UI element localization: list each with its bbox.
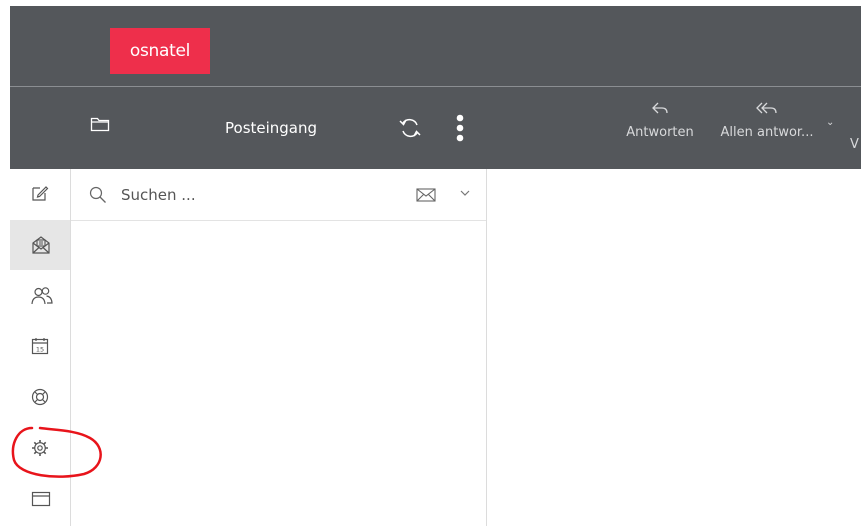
- rail-item-settings[interactable]: [10, 424, 70, 474]
- gear-icon: [32, 440, 48, 456]
- rail-item-calendar[interactable]: 15: [10, 322, 70, 372]
- left-navigation-rail: 15: [10, 169, 71, 526]
- reply-label: Antworten: [626, 125, 694, 140]
- more-actions-caret[interactable]: ⌄: [826, 117, 834, 128]
- mail-icon: [32, 236, 50, 254]
- contacts-icon: [31, 287, 53, 305]
- reply-button[interactable]: Antworten: [618, 101, 702, 140]
- rail-item-compose[interactable]: [10, 169, 70, 219]
- reply-all-label: Allen antwor...: [720, 125, 814, 140]
- search-icon[interactable]: [89, 186, 107, 204]
- reply-icon: [652, 102, 668, 114]
- envelope-icon[interactable]: [416, 188, 436, 202]
- folder-title: Posteingang: [225, 119, 318, 137]
- window-icon: [31, 491, 51, 507]
- more-options-icon[interactable]: [455, 114, 465, 146]
- reply-all-button[interactable]: Allen antwor...: [712, 101, 822, 140]
- chevron-down-icon[interactable]: [459, 189, 471, 197]
- cut-off-action-label[interactable]: V: [850, 137, 859, 152]
- rail-item-help[interactable]: [10, 373, 70, 423]
- search-bar: [71, 169, 486, 221]
- rail-item-window[interactable]: [10, 475, 70, 525]
- calendar-day-label: 15: [36, 346, 44, 354]
- refresh-icon[interactable]: [398, 117, 422, 143]
- rail-item-contacts[interactable]: [10, 271, 70, 321]
- reading-pane: [487, 169, 861, 526]
- mail-toolbar: Posteingang Antworten Allen antwor... ⌄ …: [10, 87, 861, 169]
- message-list-pane: [71, 169, 487, 526]
- rail-item-mail[interactable]: [10, 220, 70, 270]
- help-icon: [31, 388, 49, 406]
- mail-app-screen: osnatel Posteingang Antworten Allen antw…: [0, 0, 861, 526]
- search-input[interactable]: [121, 183, 401, 207]
- top-bar: osnatel: [10, 6, 861, 86]
- folder-icon[interactable]: [90, 116, 110, 136]
- calendar-icon: 15: [31, 338, 49, 355]
- compose-icon: [32, 186, 49, 201]
- osnatel-logo[interactable]: osnatel: [110, 28, 210, 74]
- reply-all-icon: [756, 102, 777, 114]
